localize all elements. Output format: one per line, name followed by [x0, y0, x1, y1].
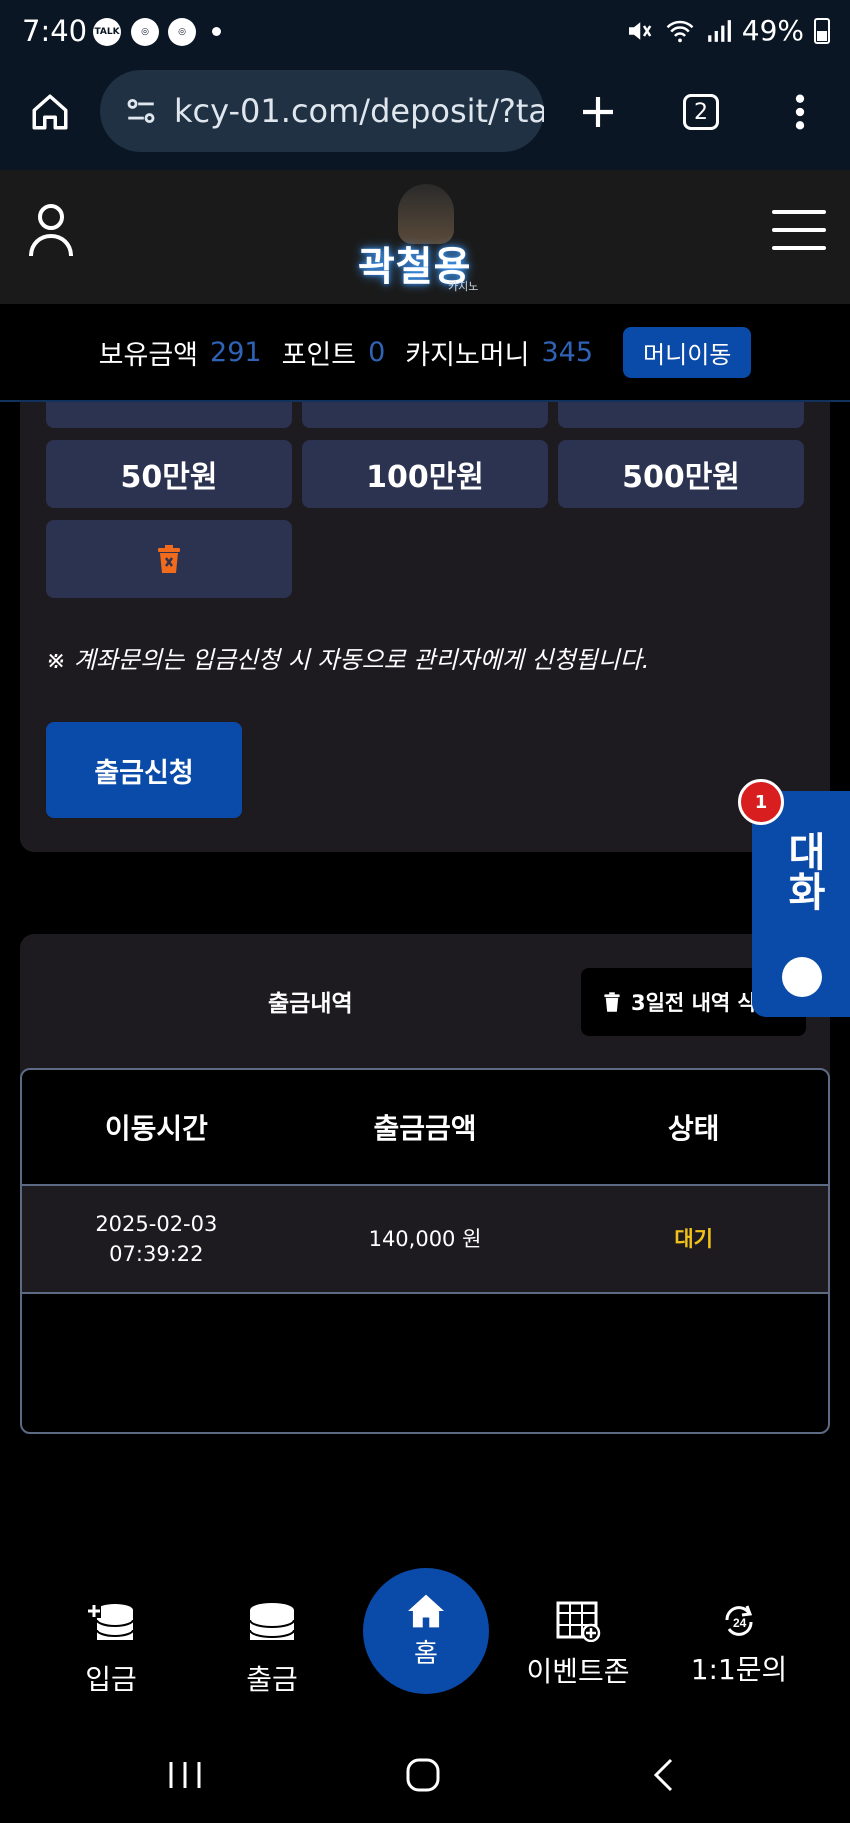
column-header-status: 상태	[667, 1112, 720, 1145]
money-transfer-button[interactable]: 머니이동	[623, 326, 752, 378]
row-time: 07:39:22	[109, 1242, 204, 1266]
nav-withdraw[interactable]: 출금	[197, 1600, 347, 1698]
status-badge: 대기	[674, 1227, 713, 1251]
nav-deposit[interactable]: 입금	[36, 1600, 186, 1698]
chat-tab-button[interactable]: 대화	[752, 791, 850, 1017]
chrome-icon: ◎	[131, 18, 159, 46]
site-logo[interactable]: 곽철용 카지노	[350, 184, 500, 294]
recent-apps-icon[interactable]	[155, 1750, 215, 1800]
back-icon[interactable]	[633, 1750, 693, 1800]
chat-label: 대화	[780, 831, 826, 911]
nav-event-zone[interactable]: 이벤트존	[503, 1600, 653, 1690]
talk-icon: TALK	[93, 18, 121, 46]
mute-icon	[628, 21, 652, 40]
signal-icon	[707, 19, 731, 42]
amount-button-500[interactable]: 500만원	[558, 440, 804, 508]
bottom-navigation: 입금 출금 홈 이벤트존 24 1:1문의	[0, 1560, 850, 1710]
logo-subtext: 카지노	[448, 280, 479, 293]
amount-button-100[interactable]: 100만원	[302, 440, 548, 508]
table-header: 이동시간 출금금액 상태	[22, 1070, 828, 1186]
hamburger-menu-icon[interactable]	[772, 210, 826, 250]
site-settings-icon[interactable]	[124, 94, 158, 128]
balance-bar: 보유금액 291 포인트 0 카지노머니 345 머니이동	[0, 304, 850, 402]
tab-count: 2	[683, 94, 719, 130]
status-indicators: 49%	[624, 14, 830, 47]
nav-withdraw-label: 출금	[246, 1663, 298, 1696]
withdraw-request-button[interactable]: 출금신청	[46, 722, 242, 818]
amount-button-partial[interactable]	[46, 402, 292, 428]
amount-button-partial[interactable]	[302, 402, 548, 428]
new-tab-icon[interactable]	[570, 84, 626, 140]
system-navigation-bar	[0, 1730, 850, 1823]
nav-home-label: 홈	[414, 1638, 438, 1669]
support-24-icon: 24	[725, 1605, 753, 1636]
amount-button-partial[interactable]	[558, 402, 804, 428]
url-text: kcy-01.com/deposit/?tab	[174, 92, 544, 130]
browser-toolbar: kcy-01.com/deposit/?tab 2	[0, 62, 850, 170]
trash-icon	[604, 992, 620, 1012]
user-icon[interactable]	[28, 202, 74, 258]
account-notice: ※ 계좌문의는 입금신청 시 자동으로 관리자에게 신청됩니다.	[46, 646, 650, 674]
calendar-plus-icon	[556, 1601, 601, 1642]
chrome-icon: ◎	[168, 18, 196, 46]
home-icon	[408, 1594, 444, 1627]
point-value: 0	[368, 336, 386, 368]
reset-amount-button[interactable]	[46, 520, 292, 598]
system-home-icon[interactable]	[393, 1750, 453, 1800]
chat-bubble-icon	[782, 957, 822, 997]
withdraw-form-panel: 50만원 100만원 500만원 ※ 계좌문의는 입금신청 시 자동으로 관리자…	[20, 402, 830, 852]
chat-unread-badge: 1	[738, 779, 784, 825]
site-header: 곽철용 카지노	[0, 170, 850, 304]
row-date: 2025-02-03	[95, 1212, 218, 1236]
history-table: 이동시간 출금금액 상태 2025-02-03 07:39:22 140,000…	[20, 1068, 830, 1434]
notification-dot-icon	[212, 27, 221, 36]
status-time: 7:40	[22, 14, 88, 48]
nav-home-button[interactable]: 홈	[363, 1568, 489, 1694]
amount-button-50[interactable]: 50만원	[46, 440, 292, 508]
table-row: 2025-02-03 07:39:22 140,000 원 대기	[22, 1186, 828, 1294]
more-menu-icon[interactable]	[772, 84, 828, 140]
nav-inquiry[interactable]: 24 1:1문의	[664, 1600, 814, 1688]
point-label: 포인트	[281, 339, 357, 371]
nav-event-label: 이벤트존	[526, 1655, 630, 1688]
balance-value: 291	[210, 336, 262, 368]
withdraw-history-panel: 출금내역 3일전 내역 삭제 이동시간 출금금액 상태 2025-02-03 0…	[20, 934, 830, 1434]
nav-deposit-label: 입금	[85, 1663, 137, 1696]
trash-icon	[158, 545, 180, 573]
nav-inquiry-label: 1:1문의	[690, 1653, 788, 1686]
coins-icon	[249, 1603, 295, 1640]
home-icon[interactable]	[22, 84, 78, 140]
coins-plus-icon	[87, 1604, 134, 1640]
casino-money-label: 카지노머니	[405, 339, 530, 371]
battery-text: 49%	[741, 14, 804, 47]
tab-switcher-button[interactable]: 2	[673, 84, 729, 140]
address-bar[interactable]: kcy-01.com/deposit/?tab	[100, 70, 544, 152]
column-header-amount: 출금금액	[373, 1112, 477, 1145]
casino-money-value: 345	[541, 336, 594, 368]
row-amount: 140,000 원	[368, 1227, 482, 1251]
row-datetime: 2025-02-03 07:39:22	[22, 1209, 291, 1269]
history-title: 출금내역	[268, 991, 353, 1017]
battery-icon	[814, 17, 830, 44]
status-bar: 7:40 TALK ◎ ◎ 49%	[0, 0, 850, 62]
svg-text:24: 24	[733, 1616, 747, 1630]
column-header-time: 이동시간	[104, 1112, 208, 1145]
wifi-icon	[666, 20, 694, 42]
balance-label: 보유금액	[98, 339, 199, 371]
